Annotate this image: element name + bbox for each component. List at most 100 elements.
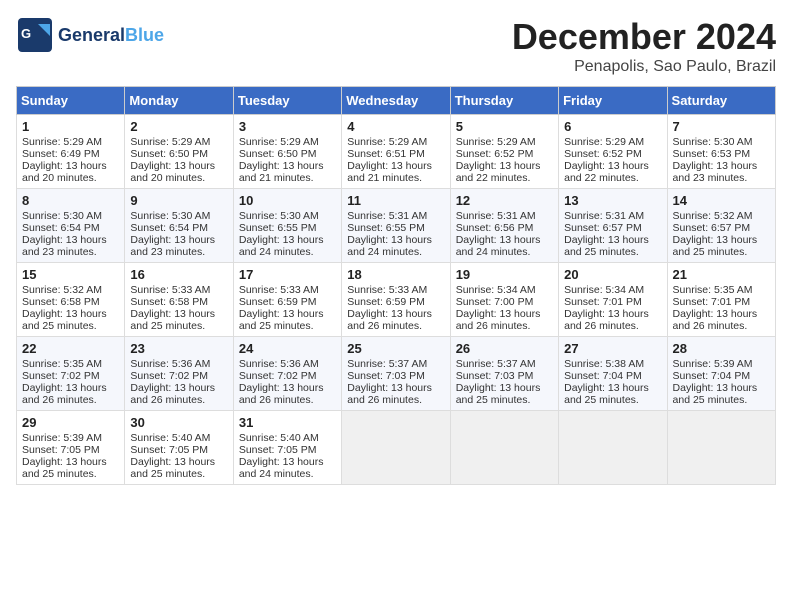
day-info-line: Daylight: 13 hours xyxy=(239,308,336,320)
day-info-line: Sunset: 7:01 PM xyxy=(564,296,661,308)
day-number: 19 xyxy=(456,267,553,282)
title-area: December 2024 Penapolis, Sao Paulo, Braz… xyxy=(512,16,776,76)
day-info-line: Daylight: 13 hours xyxy=(22,456,119,468)
day-info-line: Sunrise: 5:30 AM xyxy=(130,210,227,222)
day-info-line: Sunset: 6:56 PM xyxy=(456,222,553,234)
day-info-line: and 20 minutes. xyxy=(130,172,227,184)
day-info-line: Sunrise: 5:31 AM xyxy=(564,210,661,222)
calendar-cell: 22Sunrise: 5:35 AMSunset: 7:02 PMDayligh… xyxy=(17,337,125,411)
day-info-line: Sunset: 6:55 PM xyxy=(347,222,444,234)
day-info-line: and 25 minutes. xyxy=(22,320,119,332)
day-info-line: Daylight: 13 hours xyxy=(239,456,336,468)
day-info-line: Daylight: 13 hours xyxy=(456,160,553,172)
day-info-line: Sunrise: 5:33 AM xyxy=(347,284,444,296)
day-info-line: and 24 minutes. xyxy=(347,246,444,258)
calendar-cell xyxy=(667,411,775,485)
day-info-line: Sunrise: 5:33 AM xyxy=(239,284,336,296)
day-info-line: and 25 minutes. xyxy=(130,320,227,332)
day-info-line: Daylight: 13 hours xyxy=(130,456,227,468)
day-info-line: and 25 minutes. xyxy=(564,246,661,258)
day-info-line: Sunrise: 5:29 AM xyxy=(130,136,227,148)
day-info-line: Sunset: 6:57 PM xyxy=(564,222,661,234)
day-number: 16 xyxy=(130,267,227,282)
day-info-line: and 20 minutes. xyxy=(22,172,119,184)
day-number: 8 xyxy=(22,193,119,208)
day-info-line: and 26 minutes. xyxy=(673,320,770,332)
day-number: 27 xyxy=(564,341,661,356)
calendar-header-monday: Monday xyxy=(125,87,233,115)
day-info-line: and 24 minutes. xyxy=(239,246,336,258)
day-info-line: Sunset: 7:02 PM xyxy=(22,370,119,382)
day-info-line: Daylight: 13 hours xyxy=(347,234,444,246)
calendar-cell: 24Sunrise: 5:36 AMSunset: 7:02 PMDayligh… xyxy=(233,337,341,411)
calendar-cell xyxy=(559,411,667,485)
day-number: 21 xyxy=(673,267,770,282)
calendar-cell: 27Sunrise: 5:38 AMSunset: 7:04 PMDayligh… xyxy=(559,337,667,411)
calendar-header-saturday: Saturday xyxy=(667,87,775,115)
calendar-header-friday: Friday xyxy=(559,87,667,115)
day-info-line: Daylight: 13 hours xyxy=(564,308,661,320)
day-info-line: Sunset: 6:58 PM xyxy=(130,296,227,308)
day-info-line: and 26 minutes. xyxy=(22,394,119,406)
day-number: 3 xyxy=(239,119,336,134)
logo-icon: G xyxy=(16,16,54,54)
day-info-line: Sunrise: 5:29 AM xyxy=(22,136,119,148)
day-info-line: Sunset: 6:59 PM xyxy=(347,296,444,308)
day-info-line: Daylight: 13 hours xyxy=(130,160,227,172)
day-info-line: Sunset: 7:03 PM xyxy=(347,370,444,382)
day-number: 6 xyxy=(564,119,661,134)
day-info-line: Daylight: 13 hours xyxy=(456,382,553,394)
day-info-line: Daylight: 13 hours xyxy=(673,234,770,246)
day-info-line: Daylight: 13 hours xyxy=(347,160,444,172)
day-info-line: Sunset: 7:04 PM xyxy=(673,370,770,382)
calendar-cell: 11Sunrise: 5:31 AMSunset: 6:55 PMDayligh… xyxy=(342,189,450,263)
location-title: Penapolis, Sao Paulo, Brazil xyxy=(512,58,776,76)
calendar-cell: 18Sunrise: 5:33 AMSunset: 6:59 PMDayligh… xyxy=(342,263,450,337)
calendar-cell: 15Sunrise: 5:32 AMSunset: 6:58 PMDayligh… xyxy=(17,263,125,337)
day-info-line: Sunrise: 5:30 AM xyxy=(673,136,770,148)
day-number: 18 xyxy=(347,267,444,282)
day-info-line: Daylight: 13 hours xyxy=(22,160,119,172)
day-number: 30 xyxy=(130,415,227,430)
calendar-cell: 26Sunrise: 5:37 AMSunset: 7:03 PMDayligh… xyxy=(450,337,558,411)
calendar-cell: 20Sunrise: 5:34 AMSunset: 7:01 PMDayligh… xyxy=(559,263,667,337)
day-number: 11 xyxy=(347,193,444,208)
day-info-line: Daylight: 13 hours xyxy=(130,382,227,394)
day-number: 22 xyxy=(22,341,119,356)
day-number: 9 xyxy=(130,193,227,208)
calendar-header-tuesday: Tuesday xyxy=(233,87,341,115)
day-info-line: Sunrise: 5:36 AM xyxy=(130,358,227,370)
day-number: 23 xyxy=(130,341,227,356)
day-info-line: Daylight: 13 hours xyxy=(673,308,770,320)
day-number: 28 xyxy=(673,341,770,356)
day-info-line: Sunset: 7:05 PM xyxy=(239,444,336,456)
header: G GeneralBlue December 2024 Penapolis, S… xyxy=(16,16,776,76)
day-info-line: and 24 minutes. xyxy=(456,246,553,258)
day-info-line: and 23 minutes. xyxy=(673,172,770,184)
day-info-line: Daylight: 13 hours xyxy=(130,234,227,246)
day-info-line: Sunrise: 5:30 AM xyxy=(22,210,119,222)
day-info-line: Sunset: 7:02 PM xyxy=(130,370,227,382)
day-info-line: and 26 minutes. xyxy=(456,320,553,332)
day-info-line: and 22 minutes. xyxy=(456,172,553,184)
day-info-line: and 26 minutes. xyxy=(564,320,661,332)
day-number: 7 xyxy=(673,119,770,134)
day-info-line: and 26 minutes. xyxy=(239,394,336,406)
day-info-line: and 25 minutes. xyxy=(22,468,119,480)
calendar-cell: 30Sunrise: 5:40 AMSunset: 7:05 PMDayligh… xyxy=(125,411,233,485)
day-info-line: Sunrise: 5:39 AM xyxy=(673,358,770,370)
day-info-line: and 23 minutes. xyxy=(22,246,119,258)
day-number: 2 xyxy=(130,119,227,134)
day-number: 14 xyxy=(673,193,770,208)
day-info-line: Sunset: 6:53 PM xyxy=(673,148,770,160)
day-info-line: Sunset: 7:01 PM xyxy=(673,296,770,308)
day-info-line: and 24 minutes. xyxy=(239,468,336,480)
day-info-line: Sunrise: 5:34 AM xyxy=(564,284,661,296)
day-info-line: Sunset: 7:00 PM xyxy=(456,296,553,308)
day-info-line: Sunset: 7:05 PM xyxy=(130,444,227,456)
day-info-line: Sunset: 6:58 PM xyxy=(22,296,119,308)
calendar-cell xyxy=(450,411,558,485)
day-info-line: Sunset: 7:02 PM xyxy=(239,370,336,382)
calendar-cell xyxy=(342,411,450,485)
day-info-line: Sunset: 6:54 PM xyxy=(130,222,227,234)
